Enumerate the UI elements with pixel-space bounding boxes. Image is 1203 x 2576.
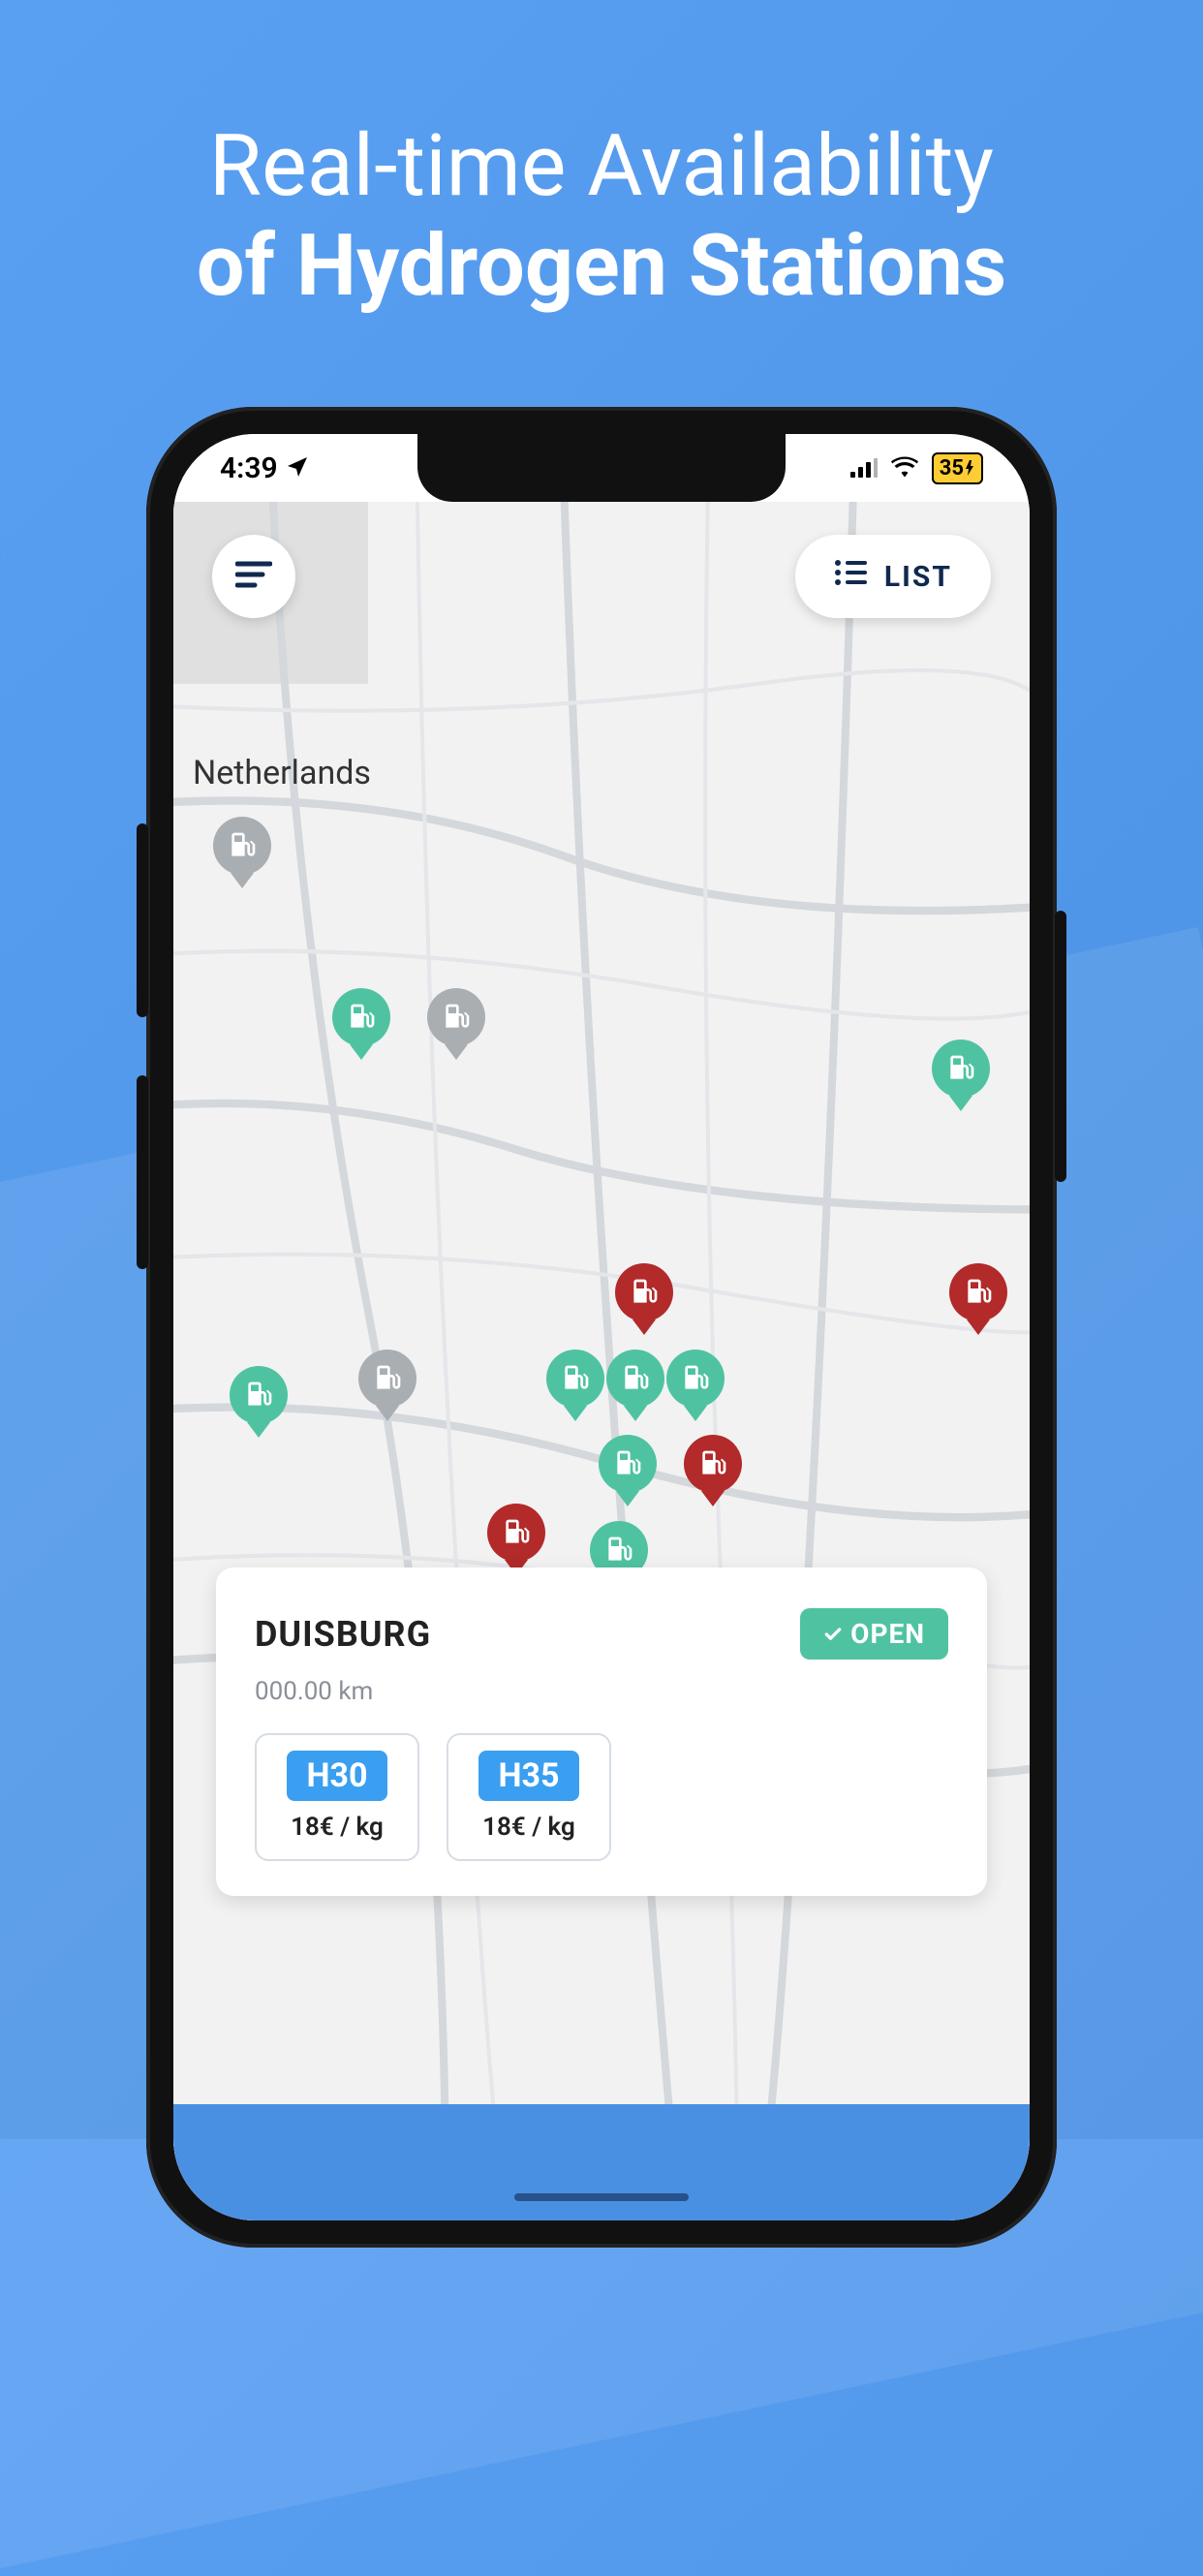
fuel-pump-icon [243, 1380, 274, 1411]
station-pin[interactable] [332, 988, 390, 1046]
station-card[interactable]: DUISBURG OPEN 000.00 km H30 18€ / kg H35 18… [216, 1567, 987, 1896]
station-pin[interactable] [932, 1040, 990, 1098]
station-pin[interactable] [615, 1263, 673, 1321]
battery-level: 35 [940, 456, 964, 481]
station-pin[interactable] [230, 1366, 288, 1424]
station-name: DUISBURG [255, 1614, 431, 1655]
promo-line2: of Hydrogen Stations [0, 216, 1203, 316]
station-pin[interactable] [546, 1350, 604, 1408]
list-button-label: LIST [884, 560, 952, 594]
station-pin[interactable] [427, 988, 485, 1046]
menu-button[interactable] [212, 535, 295, 618]
station-status-badge: OPEN [800, 1608, 948, 1660]
station-pin[interactable] [599, 1435, 657, 1493]
list-icon [834, 559, 867, 594]
fuel-option[interactable]: H30 18€ / kg [255, 1733, 419, 1861]
station-pin[interactable] [487, 1504, 545, 1562]
station-pin[interactable] [949, 1263, 1007, 1321]
fuel-pump-icon [612, 1448, 643, 1479]
fuel-price: 18€ / kg [482, 1813, 575, 1842]
menu-icon [235, 560, 272, 593]
bottom-bar [173, 2104, 1030, 2220]
status-time: 4:39 [220, 451, 278, 485]
fuel-pump-icon [620, 1363, 651, 1394]
fuel-pump-icon [441, 1002, 472, 1033]
station-distance: 000.00 km [255, 1677, 948, 1706]
wifi-icon [891, 451, 918, 485]
station-pin[interactable] [213, 817, 271, 875]
fuel-pump-icon [629, 1277, 660, 1308]
fuel-option[interactable]: H35 18€ / kg [447, 1733, 611, 1861]
station-pin[interactable] [666, 1350, 725, 1408]
fuel-pump-icon [697, 1448, 728, 1479]
promo-line1: Real-time Availability [0, 116, 1203, 216]
fuel-type-badge: H30 [287, 1751, 386, 1801]
signal-icon [850, 451, 878, 485]
home-indicator [514, 2193, 689, 2201]
station-status-text: OPEN [850, 1618, 925, 1650]
station-pin[interactable] [358, 1350, 416, 1408]
fuel-pump-icon [227, 830, 258, 861]
phone-notch [417, 434, 786, 502]
fuel-type-badge: H35 [478, 1751, 578, 1801]
fuel-pump-icon [963, 1277, 994, 1308]
battery-indicator: 35 [932, 452, 983, 484]
station-pin[interactable] [606, 1350, 664, 1408]
phone-screen: 4:39 35 [173, 434, 1030, 2220]
map-view[interactable]: Netherlands LIST [173, 502, 1030, 2220]
map-region-label: Netherlands [193, 754, 371, 792]
fuel-pump-icon [501, 1517, 532, 1548]
fuel-pump-icon [372, 1363, 403, 1394]
fuel-pump-icon [346, 1002, 377, 1033]
fuel-pump-icon [680, 1363, 711, 1394]
fuel-pump-icon [603, 1535, 634, 1566]
list-toggle-button[interactable]: LIST [795, 535, 991, 618]
fuel-price: 18€ / kg [291, 1813, 384, 1842]
station-pin[interactable] [684, 1435, 742, 1493]
fuel-pump-icon [945, 1053, 976, 1084]
fuel-pump-icon [560, 1363, 591, 1394]
phone-frame: 4:39 35 [146, 407, 1057, 2248]
location-icon [286, 451, 309, 485]
promo-heading: Real-time Availability of Hydrogen Stati… [0, 116, 1203, 316]
